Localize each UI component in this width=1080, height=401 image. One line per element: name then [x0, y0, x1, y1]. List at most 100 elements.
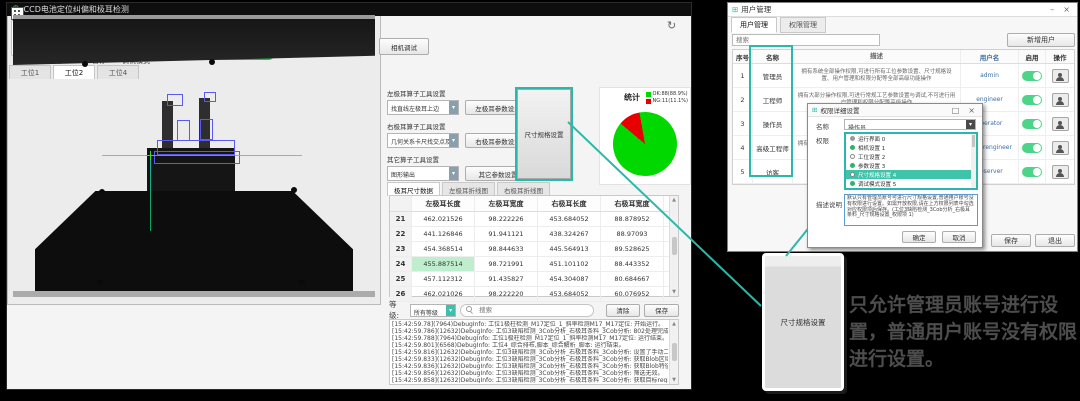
log-line: [15:42:59.78](7964)DebugInfo: 工位1极柱检测_M1…	[392, 321, 668, 328]
permission-item-label: 运行界面 0	[858, 135, 885, 143]
perm-name-dropdown[interactable]: 操作员 ▾	[844, 119, 976, 130]
measurement-table-body: 21 462.021526 98.222226 453.684052 88.87…	[390, 212, 678, 302]
log-save-button[interactable]: 保存	[644, 304, 679, 317]
log-search-input[interactable]	[477, 305, 581, 315]
scene-bottom-strip	[13, 291, 375, 297]
permission-item-label: 工位设置 2	[858, 153, 885, 161]
restore-icon[interactable]: □	[949, 106, 963, 115]
station-tab-label: 工位2	[65, 68, 83, 78]
permission-item[interactable]: 参数设置 3	[846, 161, 976, 170]
crosshair-horizontal-line	[102, 155, 302, 156]
user-window-save-button[interactable]: 保存	[991, 234, 1031, 247]
permission-item[interactable]: 调试模式设置 5	[846, 179, 976, 188]
enable-toggle[interactable]	[1022, 143, 1042, 153]
enable-toggle[interactable]	[1022, 71, 1042, 81]
dialog-cancel-button[interactable]: 取消	[942, 231, 976, 243]
data-tab-label: 右极耳折线图	[504, 185, 543, 195]
tool-operator-dropdown[interactable]: 图形输出 ▾	[387, 166, 459, 181]
log-scrollbar[interactable]: ▲▼	[669, 320, 678, 384]
table-row[interactable]: 21 462.021526 98.222226 453.684052 88.87…	[390, 212, 678, 227]
corner-cell	[390, 196, 412, 211]
chevron-down-icon: ▾	[449, 167, 458, 180]
user-row-number: 2	[733, 88, 753, 111]
scroll-up-icon[interactable]: ▲	[672, 321, 676, 327]
tool-operator-dropdown[interactable]: 找直线左极耳上边 ▾	[387, 100, 459, 115]
user-window-tab[interactable]: 用户管理	[731, 17, 777, 33]
data-tab[interactable]: 左极耳折线图	[442, 182, 495, 196]
table-row[interactable]: 23 454.368514 98.844633 445.564913 89.52…	[390, 242, 678, 257]
data-tab[interactable]: 右极耳折线图	[497, 182, 550, 196]
add-user-button[interactable]: 新增用户	[1007, 33, 1075, 47]
edit-user-button[interactable]	[1052, 165, 1069, 179]
table-cell: 451.101102	[538, 257, 601, 271]
permission-item[interactable]: 相机设置 1	[846, 143, 976, 152]
origin-cross-marker	[146, 151, 155, 160]
table-cell: 98.844633	[475, 242, 538, 256]
legend-swatch	[646, 92, 651, 97]
enable-toggle[interactable]	[1022, 119, 1042, 129]
dialog-ok-button[interactable]: 确定	[902, 231, 936, 243]
scroll-up-icon[interactable]: ▲	[672, 197, 676, 203]
user-window-titlebar: ⊞ 用户管理 – ×	[728, 3, 1077, 17]
legend-swatch	[646, 99, 651, 104]
user-window-exit-button[interactable]: 退出	[1035, 234, 1075, 247]
permission-item[interactable]: 工位设置 2	[846, 152, 976, 161]
camera-test-button[interactable]: 相机调试	[379, 38, 429, 55]
permission-detail-dialog: ⊞ 权限详细设置 □ × 名称 操作员 ▾ 权限 运行界面 0 相机设置 1	[807, 103, 983, 248]
scroll-down-icon[interactable]: ▼	[672, 377, 676, 383]
user-window-title: 用户管理	[741, 4, 771, 15]
table-row[interactable]: 22 441.126846 91.941121 438.324267 88.97…	[390, 227, 678, 242]
permission-list[interactable]: 运行界面 0 相机设置 1 工位设置 2 参数设置 3	[844, 132, 978, 190]
table-scrollbar[interactable]: ▲▼	[669, 196, 678, 296]
user-search-input[interactable]	[732, 34, 880, 46]
column-header: 操作	[1046, 50, 1074, 63]
camera-view-panel[interactable]	[7, 3, 381, 305]
log-level-dropdown[interactable]: 所有等级 ▾	[410, 304, 456, 317]
user-window-tabs: 用户管理 权限管理	[731, 17, 826, 33]
table-row[interactable]: 24 455.887514 98.721991 451.101102 88.44…	[390, 257, 678, 272]
permission-list-scrollbar[interactable]	[971, 134, 976, 188]
permission-item[interactable]: 尺寸规格设置 4	[846, 170, 976, 179]
data-tab[interactable]: 极耳尺寸数据	[387, 182, 440, 196]
close-icon[interactable]: ×	[1060, 5, 1073, 14]
permission-description-box: 默认只有管理员账号可进行尺寸规格设置,普通用户账号没有权限进行设置。如需开放权限…	[844, 194, 978, 226]
log-panel[interactable]: [15:42:59.78](7964)DebugInfo: 工位1极柱检测_M1…	[389, 319, 679, 385]
row-number: 22	[390, 227, 412, 241]
table-cell: 454.304087	[538, 272, 601, 286]
minimize-icon[interactable]: –	[1047, 5, 1057, 14]
station-tab[interactable]: 工位1	[9, 65, 51, 79]
table-row[interactable]: 26 462.021026 98.222220 453.684052 60.07…	[390, 287, 678, 302]
row-number: 21	[390, 212, 412, 226]
edit-user-button[interactable]	[1052, 69, 1069, 83]
station-tab[interactable]: 工位2	[53, 65, 95, 79]
station-tab-label: 工位1	[21, 68, 39, 78]
enable-toggle[interactable]	[1022, 167, 1042, 177]
legend-label: NG:11(11.1%)	[653, 98, 688, 104]
enable-toggle[interactable]	[1022, 95, 1042, 105]
size-spec-settings-button[interactable]: 尺寸规格设置	[517, 89, 571, 179]
close-icon[interactable]: ×	[965, 106, 978, 115]
table-cell: 462.021526	[412, 212, 475, 226]
station-tab[interactable]: 工位4	[97, 65, 139, 79]
perm-name-value: 操作员	[845, 120, 966, 129]
table-row[interactable]: 25 457.112312 91.435827 454.304087 80.68…	[390, 272, 678, 287]
edit-user-button[interactable]	[1052, 141, 1069, 155]
permission-item[interactable]: 运行界面 0	[846, 134, 976, 143]
tool-operator-dropdown[interactable]: 几何关系卡尺找交点及夹角 ▾	[387, 133, 459, 148]
log-search-box[interactable]	[460, 304, 593, 317]
refresh-icon[interactable]: ↻	[667, 19, 676, 32]
scroll-thumb[interactable]	[672, 237, 677, 255]
scroll-thumb[interactable]	[672, 343, 677, 361]
user-table-header: 序号 名称 描述 用户名 启用 操作	[733, 50, 1074, 64]
user-account-name: admin	[961, 64, 1019, 87]
column-header: 名称	[753, 50, 793, 63]
log-clear-button[interactable]: 清除	[606, 304, 641, 317]
user-row[interactable]: 1 管理员 拥有系统全部操作权限,可进行所有工位参数设置、尺寸规格设置、用户管理…	[733, 64, 1074, 88]
scroll-down-icon[interactable]: ▼	[672, 289, 676, 295]
log-line: [15:42:59.788](7964)DebugInfo: 工位1极柱检测_M…	[392, 335, 668, 342]
edit-user-button[interactable]	[1052, 117, 1069, 131]
permission-dialog-titlebar: ⊞ 权限详细设置 □ ×	[808, 104, 982, 117]
user-role-name: 高级工程师	[753, 136, 793, 159]
user-window-tab[interactable]: 权限管理	[780, 17, 826, 33]
edit-user-button[interactable]	[1052, 93, 1069, 107]
